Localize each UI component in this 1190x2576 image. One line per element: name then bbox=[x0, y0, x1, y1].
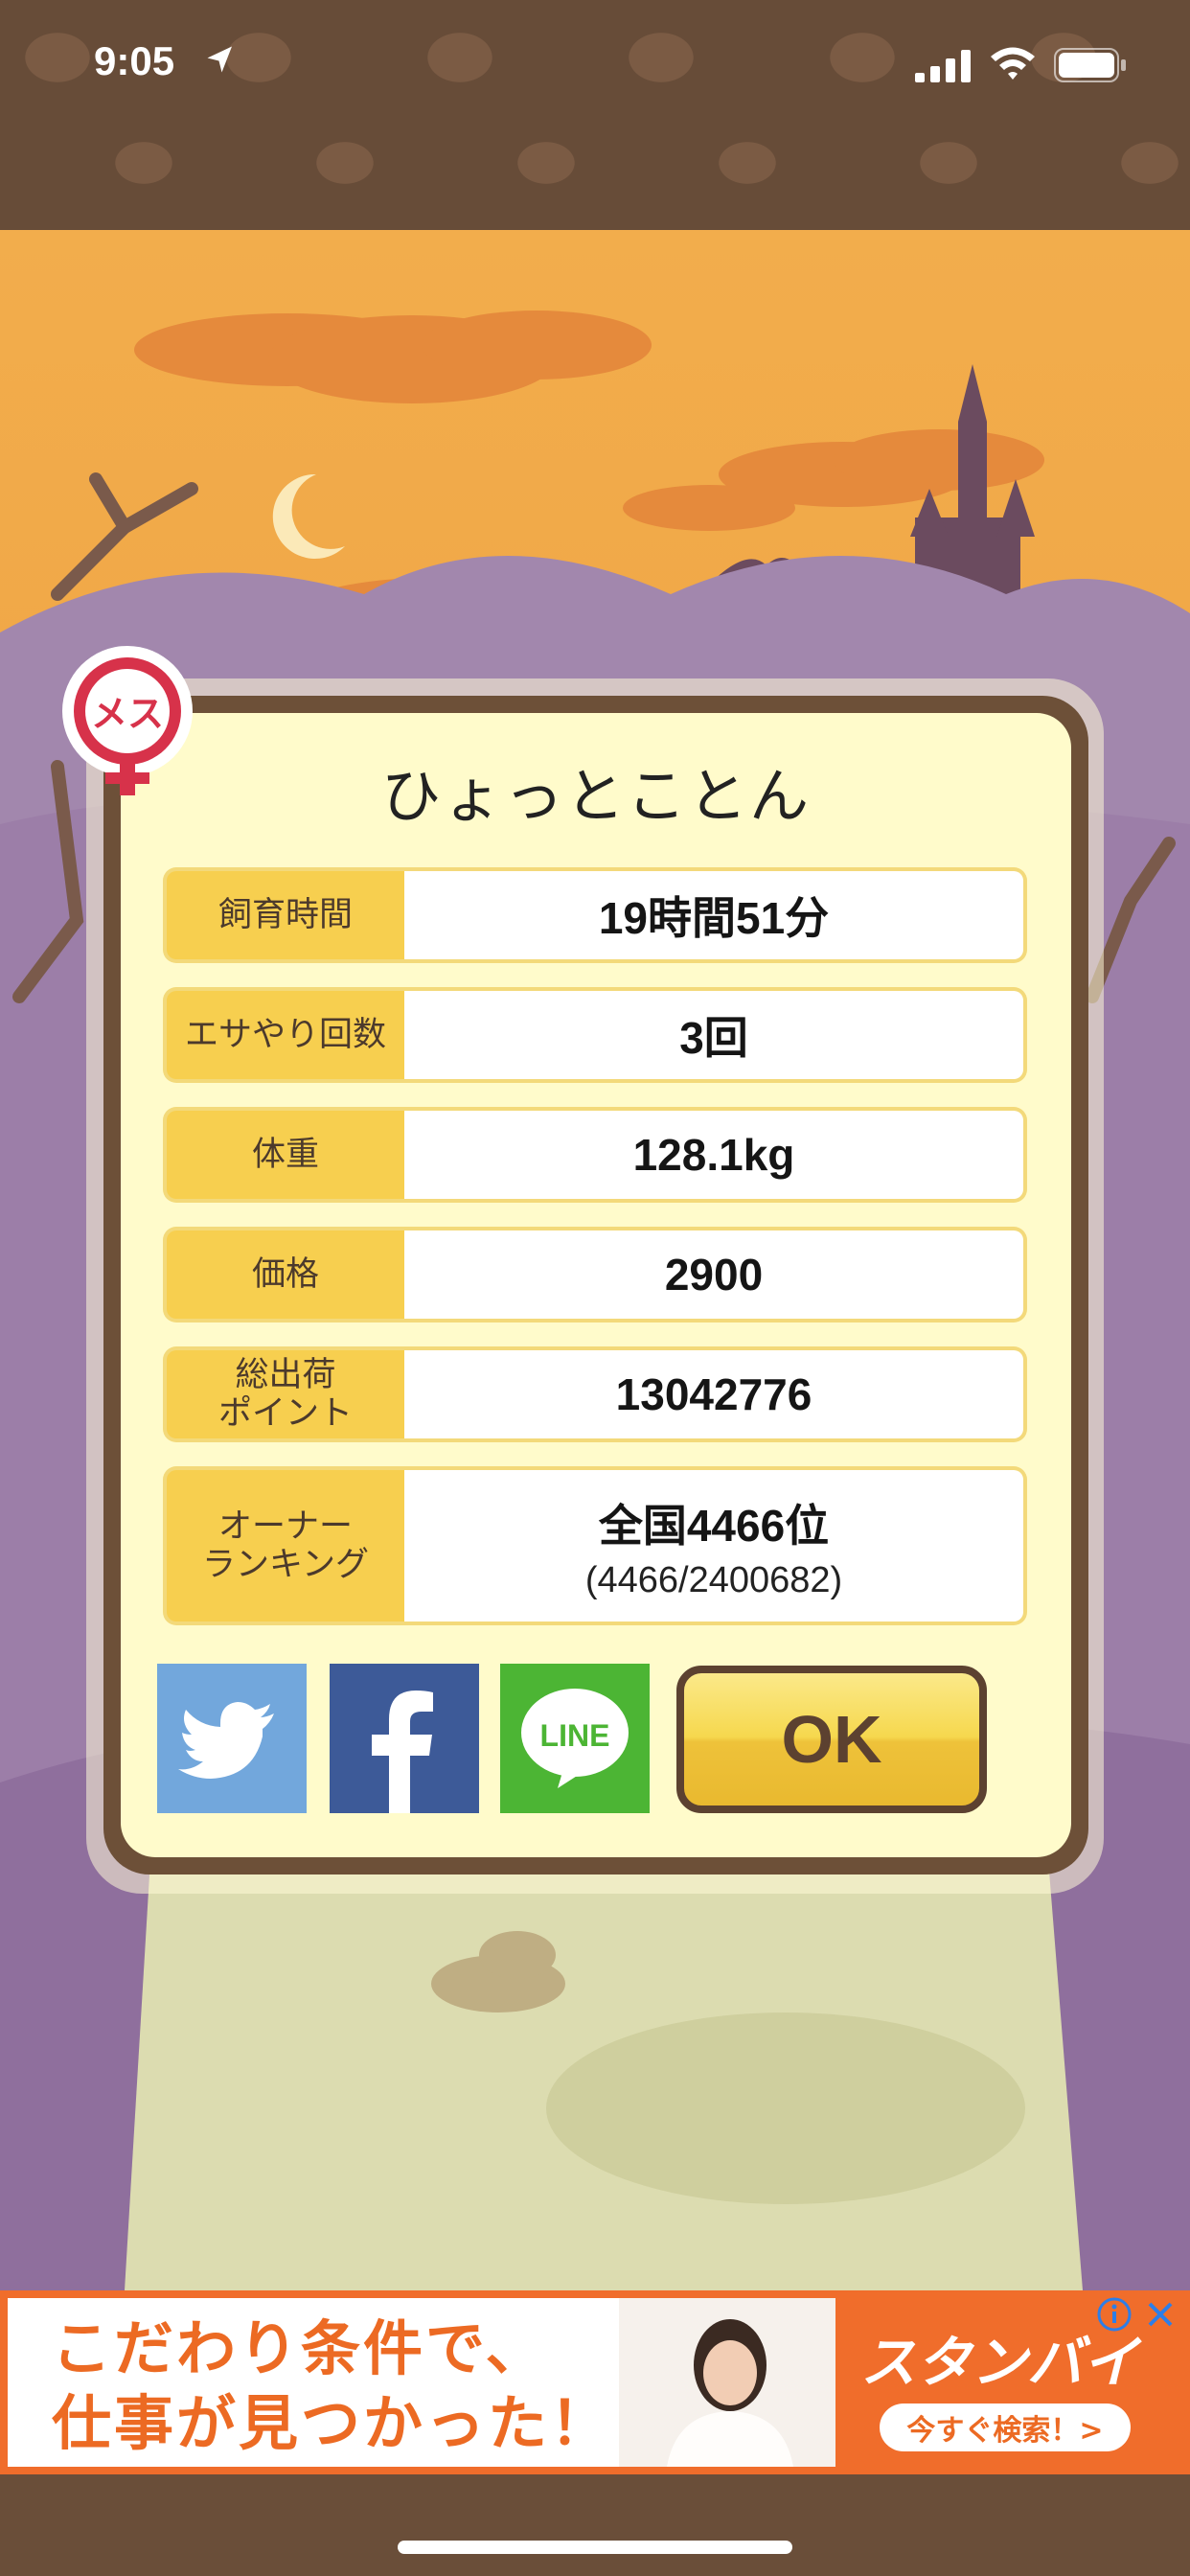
stat-label: 価格 bbox=[163, 1227, 404, 1322]
home-indicator[interactable] bbox=[398, 2541, 792, 2554]
stat-row-shipping-points: 総出荷 ポイント 13042776 bbox=[163, 1346, 1027, 1442]
pig-name-title: ひょっとことん bbox=[380, 761, 811, 831]
stat-subvalue: (4466/2400682) bbox=[584, 1559, 843, 1600]
ok-button[interactable]: OK bbox=[676, 1666, 987, 1813]
status-time: 9:05 bbox=[94, 38, 175, 83]
ad-headline-line-1: こだわり条件で、 bbox=[52, 2313, 548, 2383]
stat-value: 128.1kg bbox=[632, 1130, 795, 1180]
badge-label: メス bbox=[91, 693, 164, 735]
stat-label: 体重 bbox=[163, 1107, 404, 1203]
ad-headline: こだわり条件で、 仕事が見つかった！ bbox=[52, 2312, 612, 2461]
battery-icon bbox=[1054, 48, 1126, 82]
status-bar-background bbox=[0, 0, 1190, 230]
stat-row-price: 価格 2900 bbox=[163, 1227, 1027, 1322]
twitter-share-button[interactable] bbox=[157, 1664, 307, 1813]
stat-label: 飼育時間 bbox=[163, 867, 404, 963]
stat-label: 総出荷 ポイント bbox=[163, 1346, 404, 1442]
ad-close-icon[interactable] bbox=[1142, 2296, 1179, 2333]
facebook-f-icon bbox=[372, 1690, 433, 1813]
bottom-background bbox=[0, 2474, 1190, 2576]
stat-row-owner-ranking: オーナー ランキング 全国4466位 (4466/2400682) bbox=[163, 1466, 1027, 1625]
wifi-icon bbox=[991, 47, 1035, 80]
stat-value: 全国4466位 bbox=[598, 1500, 830, 1551]
ad-cta-button[interactable]: 今すぐ検索！> bbox=[880, 2404, 1131, 2451]
stat-value: 2900 bbox=[664, 1250, 764, 1300]
line-logo-icon: LINE bbox=[521, 1689, 629, 1788]
ad-headline-line-2: 仕事が見つかった！ bbox=[52, 2388, 613, 2458]
stat-value: 13042776 bbox=[615, 1369, 812, 1419]
line-share-button[interactable]: LINE bbox=[500, 1664, 650, 1813]
facebook-share-button[interactable] bbox=[330, 1664, 479, 1813]
stat-label: エサやり回数 bbox=[163, 987, 404, 1083]
twitter-bird-icon bbox=[178, 1702, 274, 1779]
stat-value: 19時間51分 bbox=[598, 893, 830, 943]
stat-row-weight: 体重 128.1kg bbox=[163, 1107, 1027, 1203]
ad-info-icon[interactable] bbox=[1096, 2296, 1133, 2333]
line-label: LINE bbox=[540, 1718, 610, 1753]
ad-model-photo bbox=[619, 2298, 835, 2467]
stat-value: 3回 bbox=[679, 1013, 748, 1063]
location-arrow-icon bbox=[207, 46, 232, 73]
stat-label: オーナー ランキング bbox=[163, 1466, 404, 1625]
cellular-signal-icon bbox=[915, 50, 971, 82]
stat-row-feed-count: エサやり回数 3回 bbox=[163, 987, 1027, 1083]
stat-row-raising-time: 飼育時間 19時間51分 bbox=[163, 867, 1027, 963]
